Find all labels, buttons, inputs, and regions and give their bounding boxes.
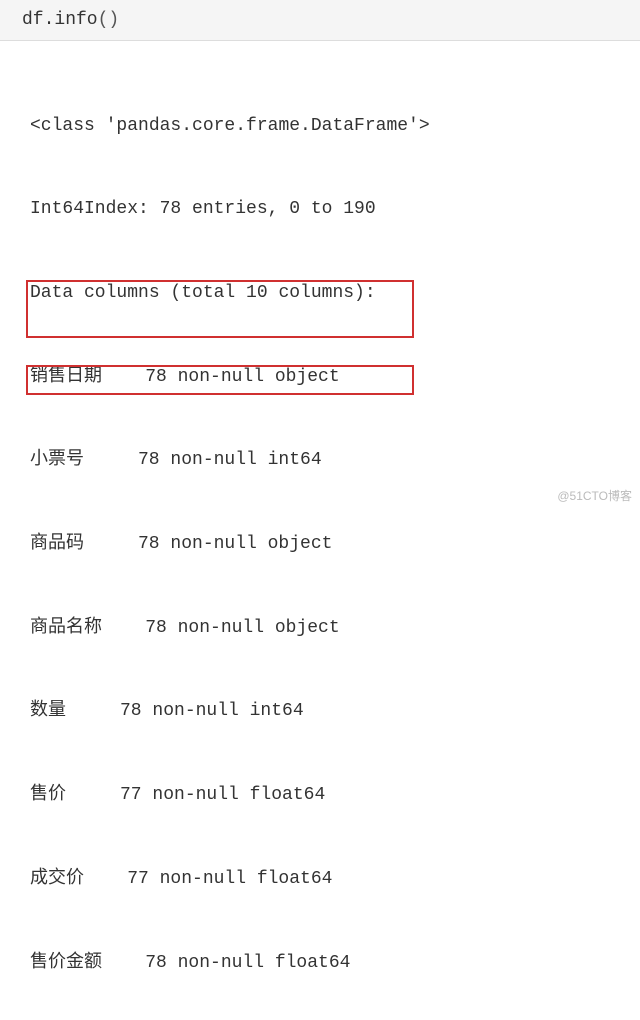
output-row: 售价金额 78 non-null float64 <box>30 950 610 978</box>
output-row: 商品码 78 non-null object <box>30 531 610 559</box>
output-index-line: Int64Index: 78 entries, 0 to 190 <box>30 196 610 224</box>
code-function: df.info <box>22 10 98 30</box>
output-row: 商品名称 78 non-null object <box>30 615 610 643</box>
output-row: 小票号 78 non-null int64 <box>30 447 610 475</box>
output-class-line: <class 'pandas.core.frame.DataFrame'> <box>30 113 610 141</box>
output-row: 售价 77 non-null float64 <box>30 782 610 810</box>
output-row: 销售日期 78 non-null object <box>30 364 610 392</box>
output-block: <class 'pandas.core.frame.DataFrame'> In… <box>0 41 640 1020</box>
output-columns-header: Data columns (total 10 columns): <box>30 280 610 308</box>
code-input-cell: df.info() <box>0 0 640 41</box>
output-row: 成交价 77 non-null float64 <box>30 866 610 894</box>
watermark: @51CTO博客 <box>557 487 632 504</box>
code-parens: () <box>98 10 120 30</box>
output-row: 数量 78 non-null int64 <box>30 698 610 726</box>
